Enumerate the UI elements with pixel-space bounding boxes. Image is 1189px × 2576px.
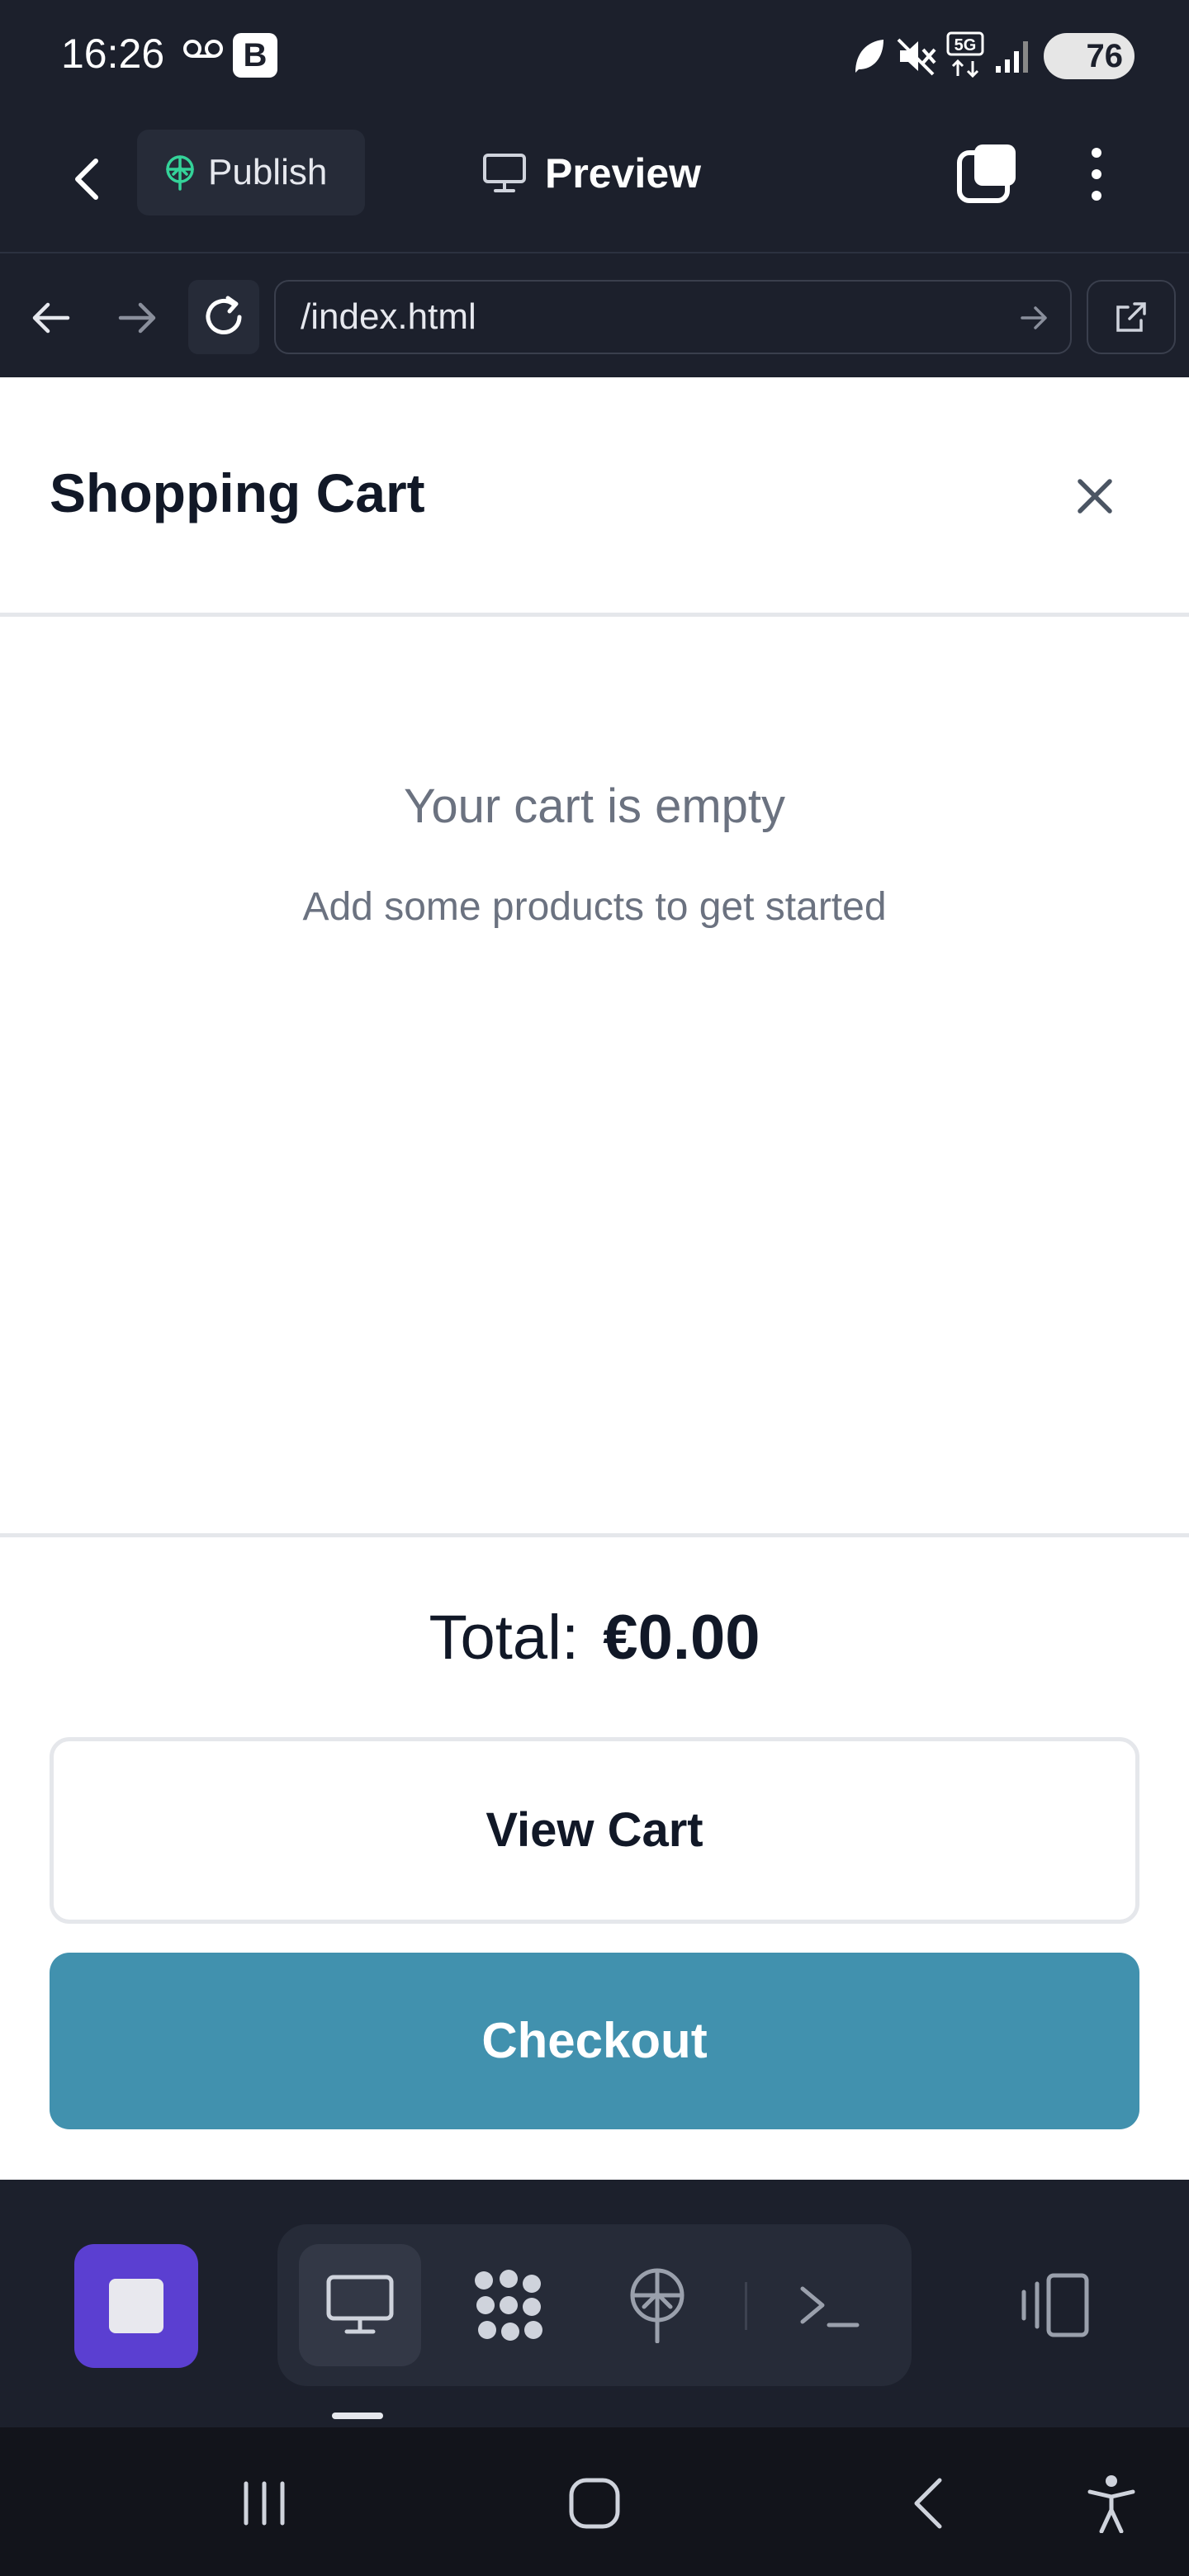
stop-icon [109,2279,163,2333]
system-back-button[interactable] [895,2470,961,2536]
total-label: Total: [429,1603,580,1673]
bottom-dock [0,2180,1189,2427]
shopping-cart-panel: Shopping Cart Your cart is empty Add som… [0,377,1189,2180]
home-icon [569,2478,620,2529]
reload-button[interactable] [188,280,259,354]
back-icon [914,2478,942,2529]
svg-text:5G: 5G [955,36,977,54]
status-bar: 16:26 B 5G 76 [0,0,1189,111]
dock-terminal-tab[interactable] [768,2244,890,2366]
url-input[interactable]: /index.html [274,280,1072,354]
voicemail-icon [183,40,223,58]
preview-label: Preview [545,150,702,197]
dock-apps-tab[interactable] [448,2244,570,2366]
view-cart-button[interactable]: View Cart [50,1737,1139,1924]
dock-publish-tab[interactable] [596,2244,718,2366]
reload-icon [206,296,242,334]
accessibility-button[interactable] [1078,2470,1144,2536]
publish-icon [630,2268,685,2343]
url-bar: /index.html [0,253,1189,377]
terminal-icon [800,2286,860,2327]
mute-icon [897,38,936,76]
go-arrow-icon[interactable] [1016,300,1052,336]
more-vertical-icon[interactable] [1077,141,1116,207]
publish-button[interactable]: Publish [137,130,365,215]
status-time: 16:26 [61,31,165,77]
dock-separator [745,2282,747,2330]
cart-total: Total: €0.00 [0,1602,1189,1674]
publish-label: Publish [208,152,328,192]
dots-grid-icon [475,2270,542,2341]
preview-tab[interactable]: Preview [482,136,701,211]
devices-icon[interactable] [1012,2272,1092,2338]
checkout-button[interactable]: Checkout [50,1953,1139,2129]
external-link-icon [1116,302,1146,332]
monitor-icon [483,154,526,192]
stop-button[interactable] [74,2244,198,2368]
system-nav-bar [0,2427,1189,2576]
cart-header: Shopping Cart [0,377,1189,617]
battery-level: 76 [1086,38,1124,74]
publish-icon [166,155,194,191]
tabs-icon[interactable] [956,141,1019,204]
leaf-icon [855,40,883,73]
cart-footer: Total: €0.00 View Cart Checkout [0,1533,1189,2180]
recents-icon [244,2481,285,2526]
arrow-right-icon[interactable] [111,291,163,344]
arrow-left-icon[interactable] [25,291,78,344]
b-badge-icon: B [233,33,277,78]
empty-cart-subtitle: Add some products to get started [302,885,887,929]
dock-preview-tab[interactable] [299,2244,421,2366]
recents-button[interactable] [231,2470,297,2536]
monitor-icon [326,2275,394,2334]
battery-icon: 76 [1044,33,1135,79]
cart-title: Shopping Cart [50,462,425,523]
5g-icon: 5G [946,31,984,78]
accessibility-icon [1087,2475,1135,2533]
url-text: /index.html [301,296,476,337]
app-toolbar: Publish Preview [0,111,1189,253]
active-tab-indicator [332,2413,383,2419]
total-amount: €0.00 [603,1603,760,1673]
close-icon[interactable] [1073,475,1116,518]
open-external-button[interactable] [1087,280,1176,354]
back-icon[interactable] [63,146,112,212]
home-button[interactable] [561,2470,628,2536]
empty-cart-title: Your cart is empty [403,779,786,833]
signal-icon [996,41,1028,73]
dock-tab-group [277,2224,912,2386]
